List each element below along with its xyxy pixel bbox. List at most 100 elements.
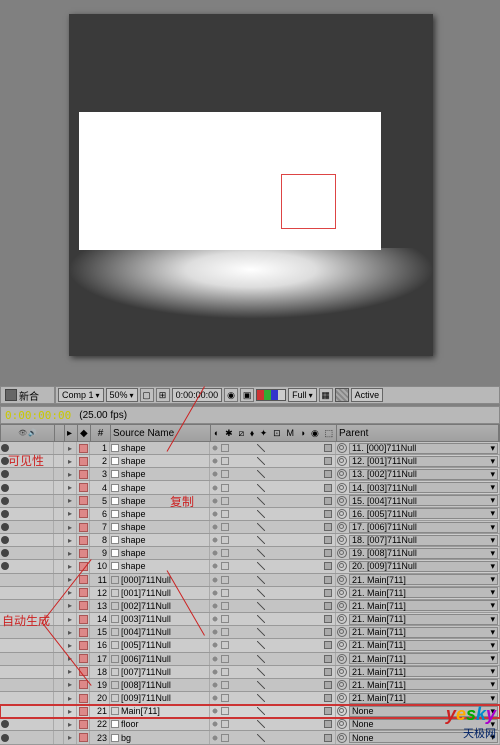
layer-name-cell[interactable]: shape: [110, 560, 210, 572]
3d-switch[interactable]: [324, 707, 332, 715]
pickwhip-icon[interactable]: [337, 627, 347, 637]
av-cell[interactable]: [0, 521, 54, 533]
parent-dropdown[interactable]: 21. Main[711]▾: [349, 693, 498, 704]
3d-switch[interactable]: [324, 720, 332, 728]
pickwhip-icon[interactable]: [337, 601, 347, 611]
collapse-switch[interactable]: [221, 734, 229, 742]
pickwhip-icon[interactable]: [337, 654, 347, 664]
parent-cell[interactable]: 21. Main[711]▾: [336, 613, 500, 625]
layer-name-cell[interactable]: shape: [110, 495, 210, 507]
layer-name-cell[interactable]: [000]711Null: [110, 574, 210, 586]
project-panel-tab[interactable]: 新合: [0, 386, 55, 404]
quality-switch[interactable]: [257, 497, 265, 505]
parent-dropdown[interactable]: 19. [008]711Null▾: [349, 548, 498, 559]
shy-header[interactable]: ▸: [65, 425, 78, 441]
3d-switch[interactable]: [324, 734, 332, 742]
shy-switch[interactable]: [211, 707, 219, 715]
parent-dropdown[interactable]: 21. Main[711]▾: [349, 614, 498, 625]
quality-switch[interactable]: [257, 655, 265, 663]
switches-cell[interactable]: [210, 600, 336, 612]
layer-row[interactable]: ▸5shape15. [004]711Null▾: [0, 495, 500, 508]
shy-switch[interactable]: [211, 655, 219, 663]
layer-name-cell[interactable]: shape: [110, 481, 210, 493]
lock-cell[interactable]: [54, 613, 64, 625]
twirl-cell[interactable]: ▸: [64, 560, 77, 572]
3d-switch[interactable]: [324, 510, 332, 518]
shy-switch[interactable]: [211, 668, 219, 676]
eye-icon[interactable]: [1, 549, 9, 557]
layer-row[interactable]: ▸1shape11. [000]711Null▾: [0, 442, 500, 455]
label-cell[interactable]: [77, 613, 90, 625]
collapse-switch[interactable]: [221, 615, 229, 623]
label-cell[interactable]: [77, 639, 90, 651]
shy-switch[interactable]: [211, 536, 219, 544]
switches-cell[interactable]: [210, 731, 336, 743]
eye-icon[interactable]: [1, 562, 9, 570]
parent-cell[interactable]: 20. [009]711Null▾: [336, 560, 500, 572]
quality-switch[interactable]: [257, 668, 265, 676]
switches-cell[interactable]: [210, 574, 336, 586]
av-cell[interactable]: [0, 442, 54, 454]
av-cell[interactable]: [0, 587, 54, 599]
av-cell[interactable]: [0, 639, 54, 651]
3d-switch[interactable]: [324, 628, 332, 636]
shy-switch[interactable]: [211, 470, 219, 478]
eye-icon[interactable]: [1, 523, 9, 531]
pickwhip-icon[interactable]: [337, 443, 347, 453]
shy-switch[interactable]: [211, 641, 219, 649]
layer-name-cell[interactable]: shape: [110, 547, 210, 559]
collapse-switch[interactable]: [221, 707, 229, 715]
shy-switch[interactable]: [211, 444, 219, 452]
switches-cell[interactable]: [210, 718, 336, 730]
parent-cell[interactable]: 21. Main[711]▾: [336, 626, 500, 638]
pickwhip-icon[interactable]: [337, 483, 347, 493]
quality-switch[interactable]: [257, 615, 265, 623]
pickwhip-icon[interactable]: [337, 522, 347, 532]
eye-icon[interactable]: [1, 497, 9, 505]
parent-dropdown[interactable]: 21. Main[711]▾: [349, 653, 498, 664]
quality-switch[interactable]: [257, 444, 265, 452]
switches-cell[interactable]: [210, 626, 336, 638]
parent-cell[interactable]: 19. [008]711Null▾: [336, 547, 500, 559]
layer-name-cell[interactable]: [002]711Null: [110, 600, 210, 612]
parent-cell[interactable]: 11. [000]711Null▾: [336, 442, 500, 454]
3d-switch[interactable]: [324, 681, 332, 689]
layer-row[interactable]: ▸19[008]711Null21. Main[711]▾: [0, 679, 500, 692]
parent-cell[interactable]: 16. [005]711Null▾: [336, 508, 500, 520]
layer-row[interactable]: ▸13[002]711Null21. Main[711]▾: [0, 600, 500, 613]
parent-dropdown[interactable]: 18. [007]711Null▾: [349, 535, 498, 546]
3d-switch[interactable]: [324, 602, 332, 610]
layer-row[interactable]: ▸3shape13. [002]711Null▾: [0, 468, 500, 481]
3d-switch[interactable]: [324, 549, 332, 557]
current-time[interactable]: 0:00:00:00: [5, 409, 71, 422]
collapse-switch[interactable]: [221, 681, 229, 689]
source-name-header[interactable]: Source Name: [111, 425, 211, 441]
label-cell[interactable]: [77, 547, 90, 559]
layer-name-cell[interactable]: [005]711Null: [110, 639, 210, 651]
quality-switch[interactable]: [257, 470, 265, 478]
lock-cell[interactable]: [54, 731, 64, 743]
parent-dropdown[interactable]: 20. [009]711Null▾: [349, 561, 498, 572]
label-cell[interactable]: [77, 508, 90, 520]
twirl-cell[interactable]: ▸: [64, 534, 77, 546]
pickwhip-icon[interactable]: [337, 719, 347, 729]
layer-name-cell[interactable]: [008]711Null: [110, 679, 210, 691]
layer-row[interactable]: ▸10shape20. [009]711Null▾: [0, 560, 500, 573]
av-cell[interactable]: [0, 600, 54, 612]
parent-dropdown[interactable]: 16. [005]711Null▾: [349, 508, 498, 519]
lock-cell[interactable]: [54, 692, 64, 704]
eye-icon[interactable]: [1, 510, 9, 518]
eye-icon[interactable]: [1, 720, 9, 728]
layer-name-cell[interactable]: [001]711Null: [110, 587, 210, 599]
twirl-cell[interactable]: ▸: [64, 468, 77, 480]
lock-cell[interactable]: [54, 626, 64, 638]
3d-switch[interactable]: [324, 562, 332, 570]
layer-row[interactable]: ▸21Main[711]None▾: [0, 705, 500, 718]
lock-cell[interactable]: [54, 705, 64, 717]
lock-cell[interactable]: [54, 534, 64, 546]
comp-viewer[interactable]: [69, 14, 433, 356]
lock-cell[interactable]: [54, 679, 64, 691]
parent-cell[interactable]: 17. [006]711Null▾: [336, 521, 500, 533]
pickwhip-icon[interactable]: [337, 548, 347, 558]
layer-row[interactable]: ▸23bgNone▾: [0, 731, 500, 744]
